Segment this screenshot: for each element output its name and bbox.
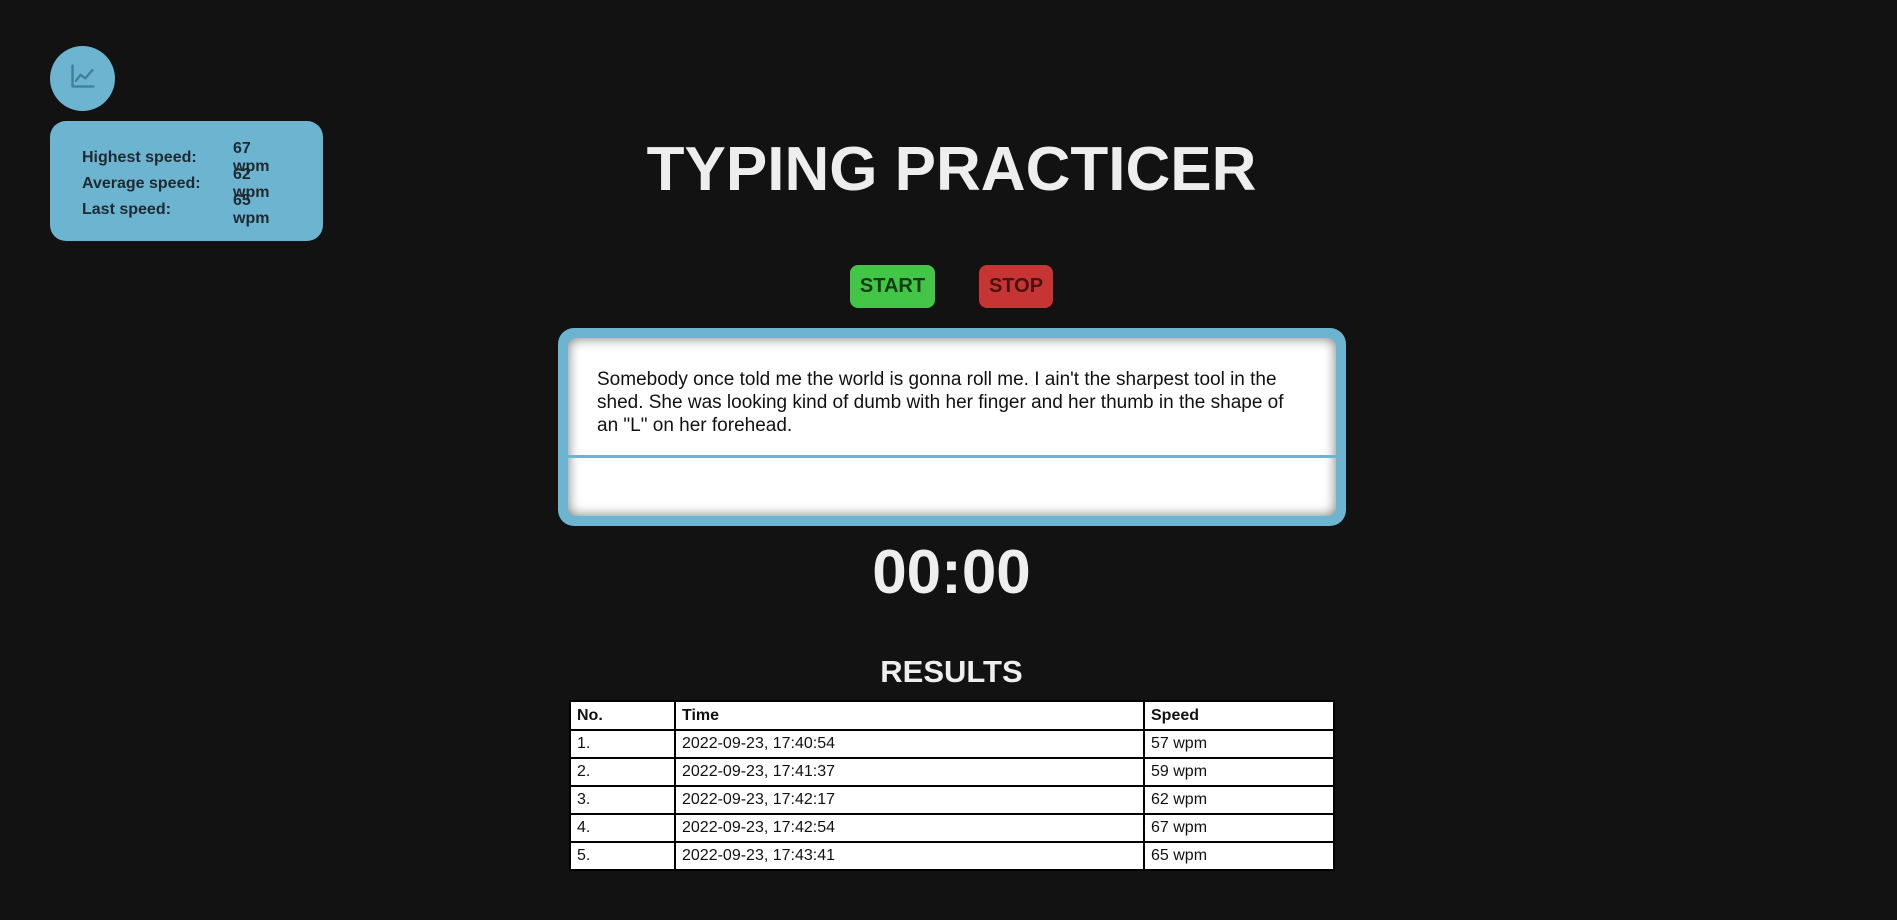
start-button[interactable]: START <box>850 265 935 308</box>
cell-speed: 62 wpm <box>1143 785 1335 815</box>
table-row: 5. 2022-09-23, 17:43:41 65 wpm <box>569 841 1335 871</box>
page-title: TYPING PRACTICER <box>646 135 1257 204</box>
cell-time: 2022-09-23, 17:42:17 <box>674 785 1145 815</box>
quote-text: Somebody once told me the world is gonna… <box>568 338 1336 458</box>
cell-no: 5. <box>569 841 676 871</box>
typing-panel-inner: Somebody once told me the world is gonna… <box>568 338 1336 516</box>
line-chart-icon <box>69 62 97 95</box>
typing-panel: Somebody once told me the world is gonna… <box>558 328 1346 526</box>
typing-input[interactable] <box>568 461 1336 516</box>
stats-toggle-button[interactable] <box>50 46 115 111</box>
table-row: 4. 2022-09-23, 17:42:54 67 wpm <box>569 813 1335 843</box>
cell-speed: 67 wpm <box>1143 813 1335 843</box>
cell-time: 2022-09-23, 17:42:54 <box>674 813 1145 843</box>
cell-no: 4. <box>569 813 676 843</box>
table-row: 3. 2022-09-23, 17:42:17 62 wpm <box>569 785 1335 815</box>
table-row: 2. 2022-09-23, 17:41:37 59 wpm <box>569 757 1335 787</box>
cell-speed: 65 wpm <box>1143 841 1335 871</box>
cell-speed: 59 wpm <box>1143 757 1335 787</box>
timer-display: 00:00 <box>872 538 1031 607</box>
table-row: 1. 2022-09-23, 17:40:54 57 wpm <box>569 729 1335 759</box>
stop-button[interactable]: STOP <box>979 265 1053 308</box>
cell-no: 3. <box>569 785 676 815</box>
column-header-speed: Speed <box>1143 700 1335 731</box>
cell-time: 2022-09-23, 17:43:41 <box>674 841 1145 871</box>
cell-no: 2. <box>569 757 676 787</box>
column-header-time: Time <box>674 700 1145 731</box>
table-header-row: No. Time Speed <box>569 700 1335 731</box>
results-table: No. Time Speed 1. 2022-09-23, 17:40:54 5… <box>569 700 1335 871</box>
cell-time: 2022-09-23, 17:40:54 <box>674 729 1145 759</box>
column-header-no: No. <box>569 700 676 731</box>
cell-speed: 57 wpm <box>1143 729 1335 759</box>
cell-time: 2022-09-23, 17:41:37 <box>674 757 1145 787</box>
results-title: RESULTS <box>880 654 1023 689</box>
cell-no: 1. <box>569 729 676 759</box>
